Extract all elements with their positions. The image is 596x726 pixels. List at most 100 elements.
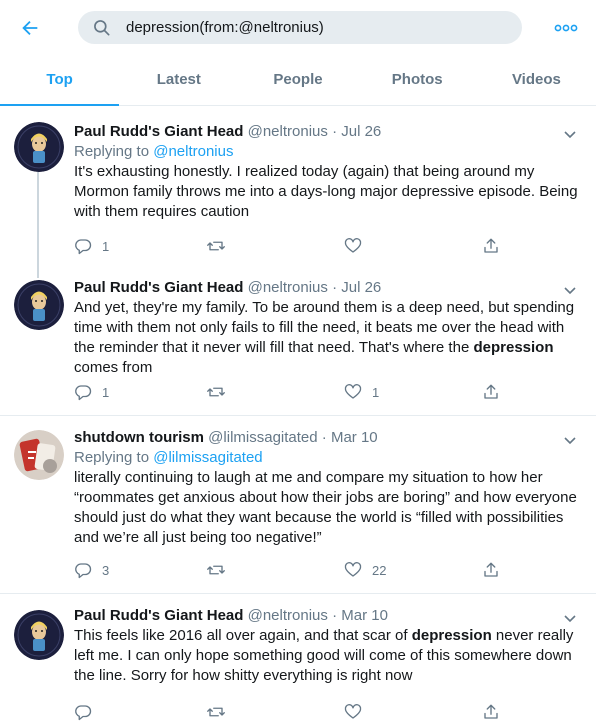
tweet-text: This feels like 2016 all over again, and… [74, 626, 580, 686]
retweet-icon [207, 565, 225, 575]
tab-videos[interactable]: Videos [477, 56, 596, 106]
replying-to-link[interactable]: @lilmissagitated [153, 449, 262, 466]
retweet-button[interactable] [206, 236, 236, 256]
share-button[interactable] [482, 236, 500, 256]
avatar[interactable] [14, 280, 64, 330]
replying-to: Replying to @lilmissagitated [74, 448, 580, 468]
replying-to: Replying to @neltronius [74, 142, 580, 162]
avatar[interactable] [14, 122, 64, 172]
like-count: 1 [372, 384, 380, 400]
replying-to-label: Replying to [74, 143, 150, 160]
tweet-header: shutdown tourism @lilmissagitated · Mar … [74, 428, 580, 448]
tweet[interactable]: Paul Rudd's Giant Head @neltronius · Mar… [0, 594, 596, 726]
retweet-button[interactable] [206, 702, 236, 722]
heart-icon [344, 384, 362, 399]
reply-icon [75, 239, 92, 255]
back-button[interactable] [14, 12, 46, 44]
display-name[interactable]: Paul Rudd's Giant Head [74, 607, 243, 624]
tab-latest[interactable]: Latest [119, 56, 238, 106]
search-icon [94, 20, 110, 36]
user-handle[interactable]: @neltronius [248, 279, 328, 296]
tweet[interactable]: Paul Rudd's Giant Head @neltronius · Jul… [0, 106, 596, 270]
reply-icon [75, 385, 92, 401]
chevron-down-icon[interactable] [562, 282, 578, 298]
tweet-text-part: It's exhausting honestly. I realized tod… [74, 163, 578, 220]
tweet-feed: Paul Rudd's Giant Head @neltronius · Jul… [0, 106, 596, 726]
tweet-text: It's exhausting honestly. I realized tod… [74, 162, 580, 222]
share-button[interactable] [482, 560, 500, 580]
retweet-button[interactable] [206, 382, 236, 402]
tweet[interactable]: shutdown tourism @lilmissagitated · Mar … [0, 416, 596, 594]
like-button[interactable] [344, 702, 372, 722]
chevron-down-icon[interactable] [562, 432, 578, 448]
thread-line [37, 172, 39, 270]
tweet-text-part: comes from [74, 359, 153, 376]
like-button[interactable] [344, 236, 372, 256]
reply-count: 1 [102, 238, 110, 254]
like-button[interactable]: 22 [344, 560, 386, 580]
search-header: Top Latest People Photos Videos [0, 0, 596, 106]
reply-button[interactable]: 1 [74, 382, 109, 402]
display-name[interactable]: shutdown tourism [74, 429, 204, 446]
share-button[interactable] [482, 702, 500, 722]
search-highlight: depression [473, 339, 554, 356]
tweet-header: Paul Rudd's Giant Head @neltronius · Mar… [74, 606, 580, 626]
tweet-actions [74, 702, 514, 722]
reply-icon [75, 563, 92, 579]
share-icon [484, 704, 498, 719]
reply-count: 3 [102, 562, 110, 578]
tab-photos[interactable]: Photos [358, 56, 477, 106]
like-button[interactable]: 1 [344, 382, 379, 402]
retweet-icon [207, 707, 225, 717]
tweet-text-part: This feels like 2016 all over again, and… [74, 627, 412, 644]
search-highlight: depression [411, 627, 492, 644]
more-dots-icon [554, 24, 578, 32]
separator-dot: · [332, 607, 338, 624]
tweet-date[interactable]: Jul 26 [341, 279, 381, 296]
avatar-image [14, 280, 64, 330]
user-handle[interactable]: @neltronius [248, 607, 328, 624]
like-count: 22 [372, 562, 387, 578]
chevron-down-icon[interactable] [562, 610, 578, 626]
thread-line [37, 270, 39, 278]
avatar[interactable] [14, 430, 64, 480]
share-icon [484, 238, 498, 253]
tab-top[interactable]: Top [0, 56, 120, 106]
tweet-date[interactable]: Jul 26 [341, 123, 381, 140]
tab-people[interactable]: People [238, 56, 357, 106]
reply-button[interactable]: 1 [74, 236, 109, 256]
heart-icon [344, 562, 362, 577]
user-handle[interactable]: @lilmissagitated [208, 429, 317, 446]
share-button[interactable] [482, 382, 500, 402]
reply-button[interactable] [74, 702, 102, 722]
more-options-button[interactable] [552, 14, 580, 42]
display-name[interactable]: Paul Rudd's Giant Head [74, 123, 243, 140]
replying-to-label: Replying to [74, 449, 150, 466]
replying-to-link[interactable]: @neltronius [153, 143, 233, 160]
search-input[interactable] [126, 11, 506, 44]
avatar[interactable] [14, 610, 64, 660]
tweet-actions: 1 1 [74, 382, 514, 402]
separator-dot: · [332, 279, 338, 296]
share-icon [484, 384, 498, 399]
separator-dot: · [321, 429, 327, 446]
retweet-icon [207, 387, 225, 397]
search-box[interactable] [78, 11, 522, 44]
tweet-date[interactable]: Mar 10 [341, 607, 388, 624]
retweet-button[interactable] [206, 560, 236, 580]
tweet-date[interactable]: Mar 10 [331, 429, 378, 446]
tweet-header: Paul Rudd's Giant Head @neltronius · Jul… [74, 122, 580, 142]
display-name[interactable]: Paul Rudd's Giant Head [74, 279, 243, 296]
search-tabs: Top Latest People Photos Videos [0, 56, 596, 106]
tweet[interactable]: Paul Rudd's Giant Head @neltronius · Jul… [0, 270, 596, 416]
chevron-down-icon[interactable] [562, 126, 578, 142]
user-handle[interactable]: @neltronius [248, 123, 328, 140]
tweet-actions: 3 22 [74, 560, 514, 580]
tweet-actions: 1 [74, 236, 514, 256]
retweet-icon [207, 241, 225, 251]
back-arrow-icon [22, 20, 38, 36]
reply-button[interactable]: 3 [74, 560, 109, 580]
heart-icon [344, 704, 362, 719]
avatar-image [14, 122, 64, 172]
separator-dot: · [332, 123, 338, 140]
